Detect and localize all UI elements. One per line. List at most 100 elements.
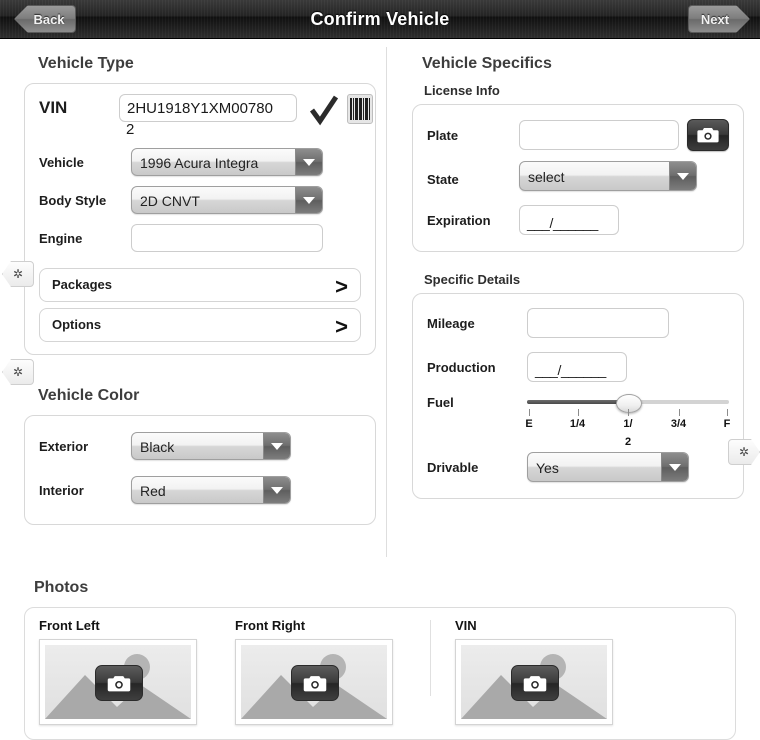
fuel-slider-fill: [527, 400, 628, 404]
engine-input[interactable]: [131, 224, 323, 252]
fuel-tick-threequarter: 3/4: [670, 418, 687, 430]
mileage-row: Mileage: [427, 308, 729, 338]
photos-panel: Front Left Front Right VIN: [24, 607, 736, 740]
fuel-tick-f: F: [723, 418, 731, 430]
mileage-input[interactable]: [527, 308, 669, 338]
packages-row[interactable]: Packages >: [39, 268, 361, 302]
left-column: Vehicle Type VIN 2HU1918Y1XM00780 2 Vehi…: [24, 45, 376, 525]
photos-heading: Photos: [34, 579, 89, 596]
chevron-down-icon: [263, 477, 290, 503]
state-label: State: [427, 171, 459, 187]
vehicle-select[interactable]: 1996 Acura Integra: [131, 148, 323, 176]
vehicle-type-heading: Vehicle Type: [38, 55, 134, 72]
vin-input-overflow: 2: [126, 121, 135, 138]
fuel-label: Fuel: [427, 395, 454, 410]
state-select[interactable]: select: [519, 161, 697, 191]
exterior-label: Exterior: [39, 438, 89, 454]
title-bar: Back Confirm Vehicle Next: [0, 0, 760, 39]
asterisk-icon: ✲: [12, 267, 24, 281]
body-style-select[interactable]: 2D CNVT: [131, 186, 323, 214]
plate-input[interactable]: [519, 120, 679, 150]
fuel-slider[interactable]: E 1/4 1/ 3/4 F 2: [525, 392, 730, 448]
chevron-right-icon: >: [335, 314, 348, 339]
photo-slot-vin[interactable]: VIN: [455, 618, 613, 725]
interior-label: Interior: [39, 482, 84, 498]
vehicle-label: Vehicle: [39, 154, 84, 170]
photo-camera-button[interactable]: [95, 665, 143, 701]
chevron-right-icon: >: [335, 274, 348, 299]
expiration-row: Expiration ___/______: [427, 205, 729, 235]
photo-label: VIN: [455, 618, 477, 633]
body-style-label: Body Style: [39, 192, 107, 208]
drivable-select[interactable]: Yes: [527, 452, 689, 482]
photo-label: Front Right: [235, 618, 306, 633]
photo-slot-front-right[interactable]: Front Right: [235, 618, 393, 725]
fuel-tick-half-overflow: 2: [624, 436, 632, 448]
camera-icon: [523, 675, 547, 691]
vehicle-specifics-heading: Vehicle Specifics: [422, 55, 552, 72]
license-info-heading: License Info: [424, 83, 500, 98]
photo-camera-button[interactable]: [511, 665, 559, 701]
fuel-tick-half: 1/: [623, 418, 633, 430]
interior-color-select[interactable]: Red: [131, 476, 291, 504]
main-content: ✲ ✲ ✲ Vehicle Type VIN 2HU1918Y1XM00780 …: [0, 39, 760, 740]
expiration-label: Expiration: [427, 212, 491, 228]
vehicle-color-panel: Exterior Black Interior Red: [24, 415, 376, 525]
barcode-icon[interactable]: [347, 94, 373, 124]
camera-icon: [697, 128, 719, 143]
vehicle-color-heading: Vehicle Color: [38, 387, 140, 404]
right-column: Vehicle Specifics License Info Plate Sta…: [404, 45, 744, 499]
chevron-down-icon: [263, 433, 290, 459]
vehicle-row: Vehicle 1996 Acura Integra: [39, 148, 361, 176]
fuel-tick-quarter: 1/4: [569, 418, 586, 430]
photos-section: Photos Front Left Front Right VIN: [24, 579, 736, 740]
vin-input-wrap: 2HU1918Y1XM00780 2: [119, 94, 297, 138]
camera-icon: [107, 675, 131, 691]
state-row: State select: [427, 161, 729, 193]
plate-label: Plate: [427, 127, 459, 143]
photo-slot-front-left[interactable]: Front Left: [39, 618, 197, 725]
body-style-row: Body Style 2D CNVT: [39, 186, 361, 214]
fuel-slider-thumb[interactable]: [616, 394, 642, 413]
photo-camera-button[interactable]: [291, 665, 339, 701]
fuel-tick-e: E: [525, 418, 533, 430]
exterior-color-select[interactable]: Black: [131, 432, 291, 460]
engine-row: Engine: [39, 224, 361, 252]
options-row[interactable]: Options >: [39, 308, 361, 342]
vin-label: VIN: [39, 98, 68, 117]
required-marker-fuel: ✲: [728, 439, 760, 465]
vin-input[interactable]: 2HU1918Y1XM00780: [119, 94, 297, 122]
chevron-down-icon: [661, 453, 688, 481]
photo-frame[interactable]: [39, 639, 197, 725]
production-row: Production ___/______: [427, 352, 729, 382]
packages-label: Packages: [52, 277, 112, 292]
drivable-row: Drivable Yes: [427, 452, 729, 482]
chevron-down-icon: [295, 149, 322, 175]
asterisk-icon: ✲: [12, 365, 24, 379]
interior-color-value: Red: [140, 483, 166, 499]
specific-details-heading: Specific Details: [424, 272, 521, 287]
photo-frame[interactable]: [455, 639, 613, 725]
vehicle-select-value: 1996 Acura Integra: [140, 155, 259, 171]
fuel-row: Fuel E 1/4 1/ 3/4 F 2: [427, 392, 730, 448]
plate-camera-button[interactable]: [687, 119, 729, 151]
production-input[interactable]: ___/______: [527, 352, 627, 382]
options-label: Options: [52, 317, 102, 332]
plate-row: Plate: [427, 119, 729, 151]
exterior-row: Exterior Black: [39, 432, 361, 460]
required-marker-options: ✲: [2, 359, 34, 385]
production-label: Production: [427, 359, 496, 375]
expiration-input[interactable]: ___/______: [519, 205, 619, 235]
interior-row: Interior Red: [39, 476, 361, 504]
photo-label: Front Left: [39, 618, 100, 633]
camera-icon: [303, 675, 327, 691]
state-select-value: select: [528, 169, 565, 185]
page-title: Confirm Vehicle: [310, 9, 450, 29]
asterisk-icon: ✲: [738, 445, 750, 459]
mileage-label: Mileage: [427, 315, 475, 331]
engine-label: Engine: [39, 230, 83, 246]
chevron-down-icon: [295, 187, 322, 213]
license-info-panel: Plate State select Expiration ___/______: [412, 104, 744, 252]
photo-frame[interactable]: [235, 639, 393, 725]
exterior-color-value: Black: [140, 439, 175, 455]
